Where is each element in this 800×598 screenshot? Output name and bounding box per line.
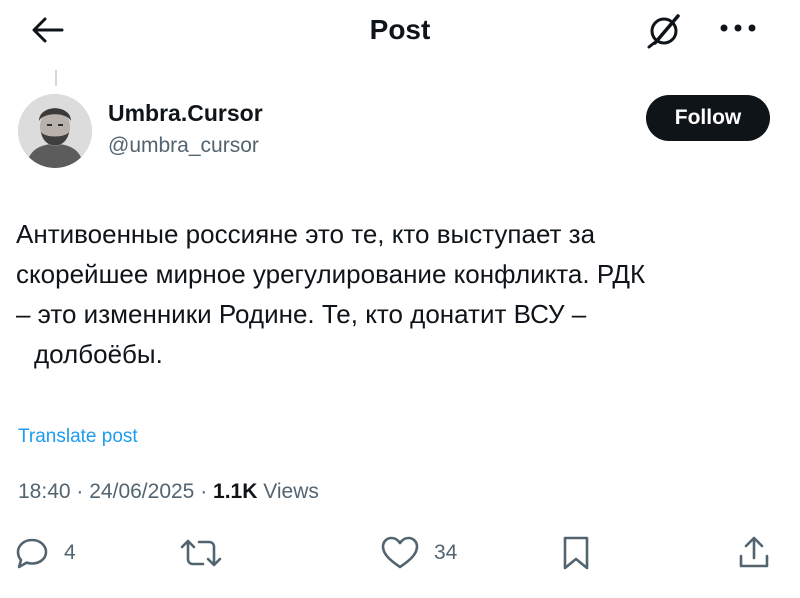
grok-icon[interactable] (644, 10, 684, 50)
meta-separator: · (200, 480, 208, 503)
post-meta: 18:40 · 24/06/2025 · 1.1K Views (18, 480, 319, 504)
views-label: Views (263, 480, 319, 503)
more-icon[interactable] (716, 12, 760, 44)
translate-post-link[interactable]: Translate post (18, 426, 138, 448)
repost-button[interactable] (178, 530, 224, 576)
post-text-line: долбоёбы. (34, 339, 163, 369)
post-time[interactable]: 18:40 (18, 480, 71, 503)
page-title: Post (369, 14, 431, 45)
post-text-line: Антивоенные россияне это те, кто выступа… (16, 219, 596, 249)
post-text: Антивоенные россияне это те, кто выступа… (16, 214, 776, 374)
post-date[interactable]: 24/06/2025 (89, 480, 194, 503)
back-arrow-icon[interactable] (28, 10, 68, 50)
display-name[interactable]: Umbra.Cursor (108, 98, 263, 128)
avatar[interactable] (18, 94, 92, 168)
follow-button[interactable]: Follow (646, 95, 770, 141)
share-button[interactable] (736, 530, 772, 576)
repost-icon (180, 539, 222, 567)
like-count: 34 (434, 541, 458, 564)
post-text-line: – это изменники Родине. Те, кто донатит … (16, 299, 587, 329)
reply-button[interactable]: 4 (14, 530, 76, 576)
reply-icon (16, 538, 48, 569)
thread-line (55, 70, 57, 86)
top-bar: Post (0, 0, 800, 64)
share-icon (739, 536, 769, 568)
user-handle[interactable]: @umbra_cursor (108, 132, 259, 160)
meta-separator: · (76, 480, 84, 503)
like-icon (381, 536, 419, 569)
post-text-line: скорейшее мирное урегулирование конфликт… (16, 259, 646, 289)
views-count: 1.1K (213, 480, 258, 503)
like-button[interactable]: 34 (380, 530, 457, 576)
reply-count: 4 (64, 541, 76, 564)
bookmark-icon (563, 536, 589, 570)
bookmark-button[interactable] (560, 530, 592, 576)
